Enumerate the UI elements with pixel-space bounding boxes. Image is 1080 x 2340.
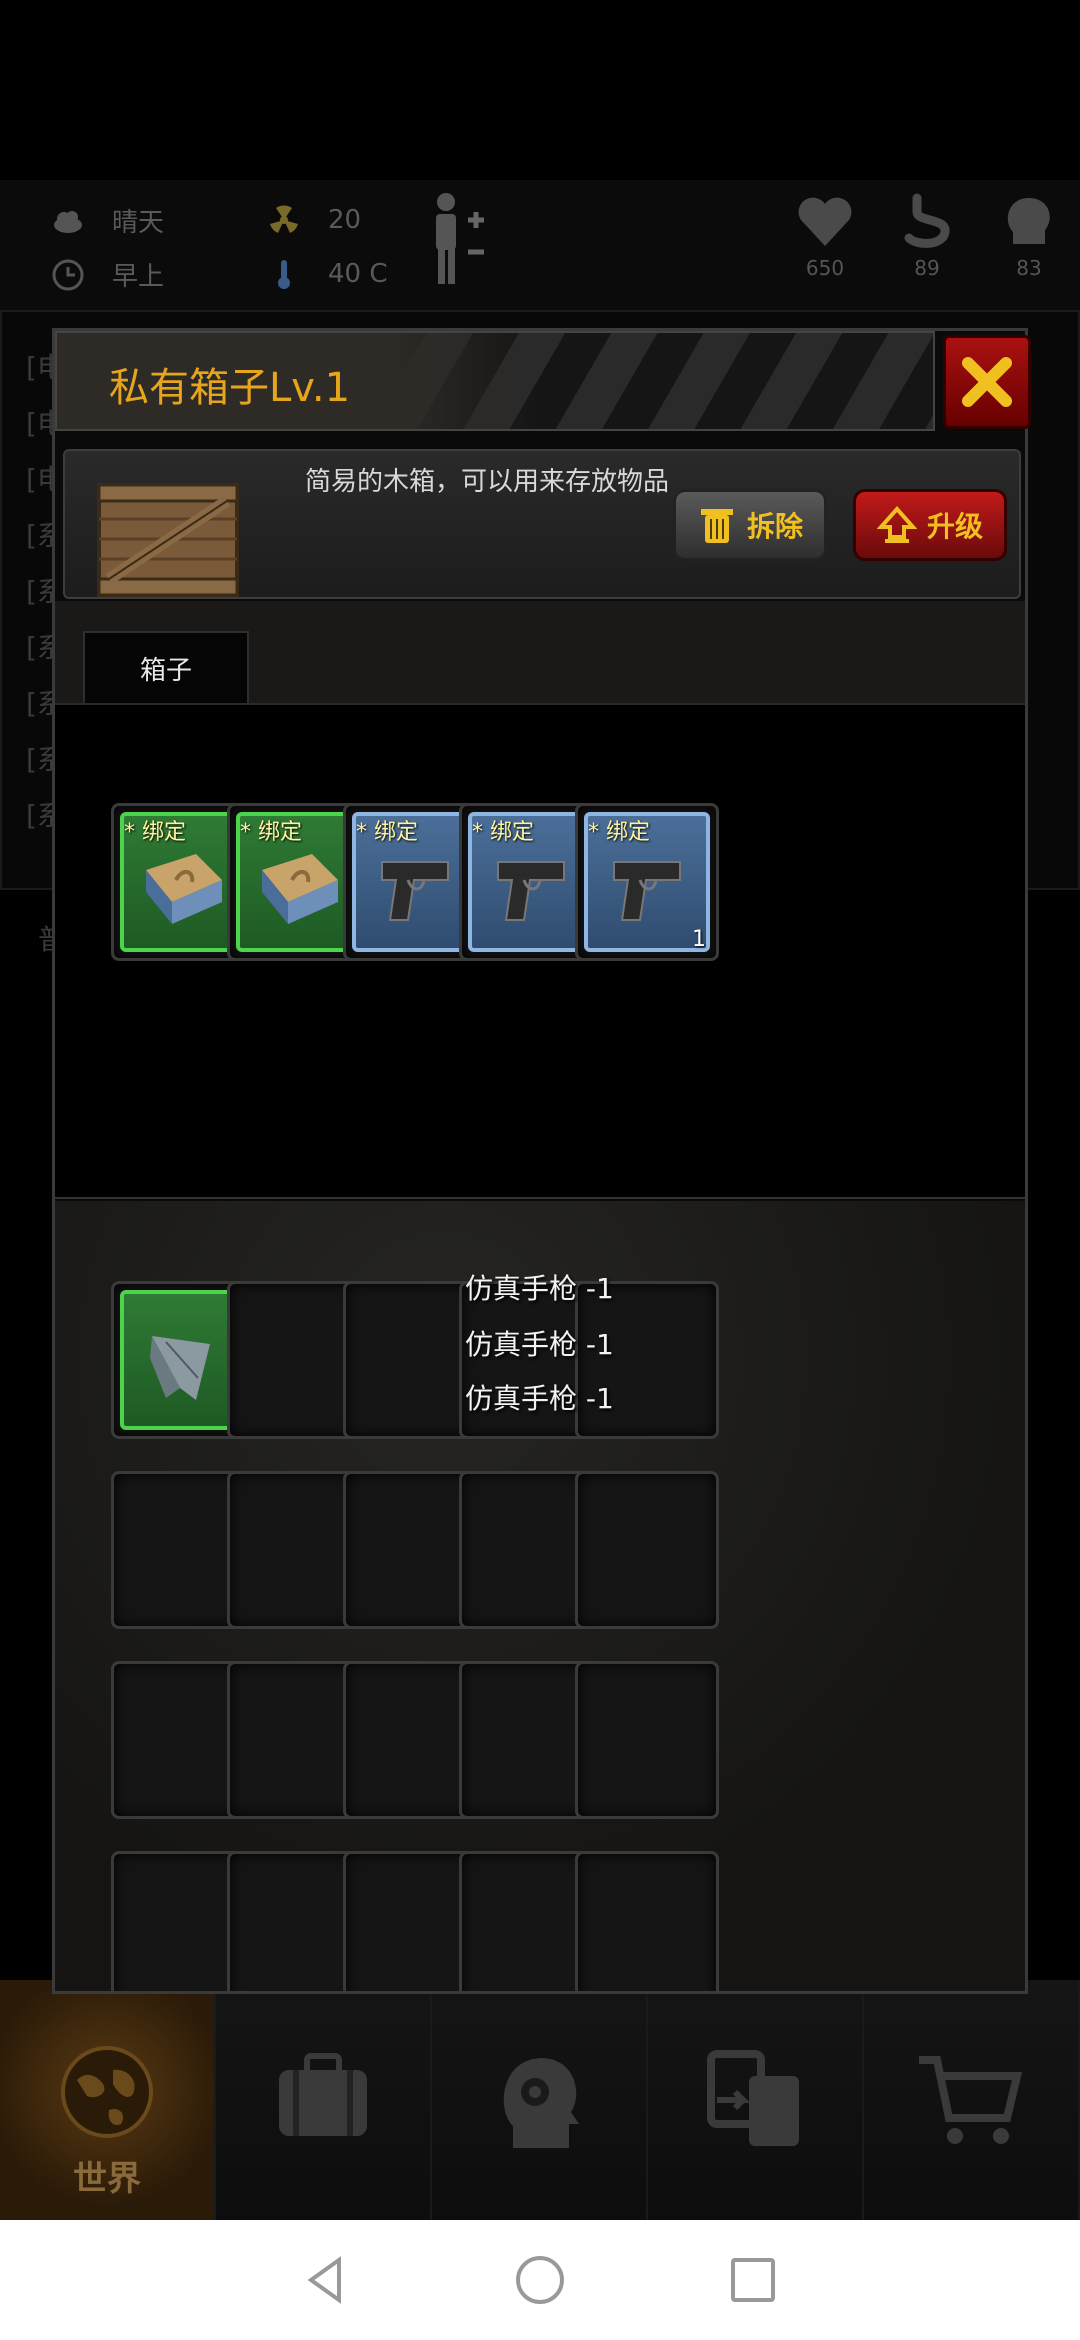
radiation-value: 20 bbox=[328, 205, 362, 235]
time-text: 早上 bbox=[112, 262, 165, 292]
brain-head-icon bbox=[1007, 198, 1050, 244]
book-icon bbox=[262, 854, 338, 924]
upgrade-label: 升级 bbox=[926, 510, 983, 543]
box-description: 简易的木箱，可以用来存放物品 bbox=[305, 467, 670, 497]
pistol-icon bbox=[613, 861, 681, 921]
nav-tab-trade[interactable] bbox=[648, 1980, 864, 2220]
system-nav-bar bbox=[0, 2220, 1080, 2340]
nav-label-world: 世界 bbox=[73, 2159, 141, 2199]
cloud-icon bbox=[54, 210, 82, 233]
hunger-stat: 89 bbox=[892, 192, 962, 280]
weather-text: 晴天 bbox=[112, 208, 165, 238]
pistol-icon bbox=[381, 861, 449, 921]
inventory-slot[interactable] bbox=[575, 1851, 719, 1991]
box-storage-area: * 绑定 3 * 绑定 9 * 绑定 1 * 绑定 1 * 绑定 1 bbox=[55, 703, 1025, 1199]
radiation-icon bbox=[270, 205, 298, 233]
bound-tag: * 绑定 bbox=[356, 820, 418, 845]
recents-square-icon[interactable] bbox=[723, 2250, 783, 2310]
bound-tag: * 绑定 bbox=[588, 820, 650, 845]
nav-tab-shop[interactable] bbox=[864, 1980, 1080, 2220]
inventory-slot[interactable] bbox=[575, 1471, 719, 1629]
cart-icon bbox=[919, 2056, 1023, 2144]
inventory-slot[interactable] bbox=[575, 1661, 719, 1819]
globe-icon bbox=[61, 2046, 153, 2138]
swap-icon bbox=[707, 2050, 799, 2146]
dismantle-label: 拆除 bbox=[746, 510, 803, 543]
upgrade-arrow-icon bbox=[876, 505, 917, 543]
bound-tag: * 绑定 bbox=[124, 820, 186, 845]
clock-icon bbox=[52, 259, 84, 290]
home-circle-icon[interactable] bbox=[510, 2250, 570, 2310]
thermometer-icon bbox=[278, 260, 290, 289]
bound-tag: * 绑定 bbox=[472, 820, 534, 845]
heart-icon bbox=[798, 197, 852, 246]
nav-tab-skills[interactable] bbox=[432, 1980, 648, 2220]
dialog-title: 私有箱子Lv.1 bbox=[109, 365, 351, 411]
health-value: 650 bbox=[805, 256, 845, 280]
pistol-icon bbox=[497, 861, 565, 921]
box-slot[interactable]: * 绑定 1 bbox=[575, 803, 719, 961]
health-stat: 650 bbox=[790, 192, 860, 280]
time-status: 早上 bbox=[50, 256, 164, 293]
status-bar: 晴天 早上 20 40 C 650 89 83 bbox=[0, 180, 1080, 310]
nav-tab-world[interactable]: 世界 bbox=[0, 1980, 216, 2220]
book-icon bbox=[146, 854, 222, 924]
stomach-icon bbox=[904, 193, 950, 248]
tab-box[interactable]: 箱子 bbox=[83, 631, 249, 703]
wooden-crate-icon bbox=[97, 483, 239, 597]
inventory-area: 1 仿真手枪 -1 仿真手枪 -1 仿真手枪 -1 bbox=[55, 1201, 1025, 1991]
trash-icon bbox=[700, 509, 733, 543]
float-message: 仿真手枪 -1 bbox=[465, 1328, 614, 1361]
head-gear-icon bbox=[503, 2058, 579, 2148]
bottom-nav: 世界 bbox=[0, 1980, 1080, 2220]
upgrade-button[interactable]: 升级 bbox=[853, 489, 1007, 561]
float-message: 仿真手枪 -1 bbox=[465, 1382, 614, 1415]
private-box-dialog: 私有箱子Lv.1 简易的木箱，可以用来存放物品 拆除 升级 箱子 * 绑定 3 bbox=[52, 328, 1031, 1994]
bound-tag: * 绑定 bbox=[240, 820, 302, 845]
cloth-icon bbox=[150, 1336, 210, 1400]
dialog-header: 私有箱子Lv.1 bbox=[55, 331, 935, 431]
character-body-icon[interactable] bbox=[424, 190, 504, 290]
back-triangle-icon[interactable] bbox=[297, 2250, 357, 2310]
radiation-status: 20 bbox=[266, 202, 361, 238]
temperature-value: 40 C bbox=[328, 259, 388, 289]
nav-tab-backpack[interactable] bbox=[216, 1980, 432, 2220]
item-quantity: 1 bbox=[692, 927, 706, 952]
mood-stat: 83 bbox=[994, 192, 1064, 280]
temperature-status: 40 C bbox=[266, 256, 388, 292]
hunger-value: 89 bbox=[914, 256, 940, 280]
close-button[interactable] bbox=[943, 335, 1031, 429]
weather-status: 晴天 bbox=[50, 202, 164, 239]
mood-value: 83 bbox=[1016, 256, 1042, 280]
float-message: 仿真手枪 -1 bbox=[465, 1272, 614, 1305]
dismantle-button[interactable]: 拆除 bbox=[673, 489, 827, 561]
close-icon bbox=[962, 357, 1012, 407]
backpack-icon bbox=[279, 2053, 367, 2136]
tab-box-label: 箱子 bbox=[139, 655, 192, 686]
